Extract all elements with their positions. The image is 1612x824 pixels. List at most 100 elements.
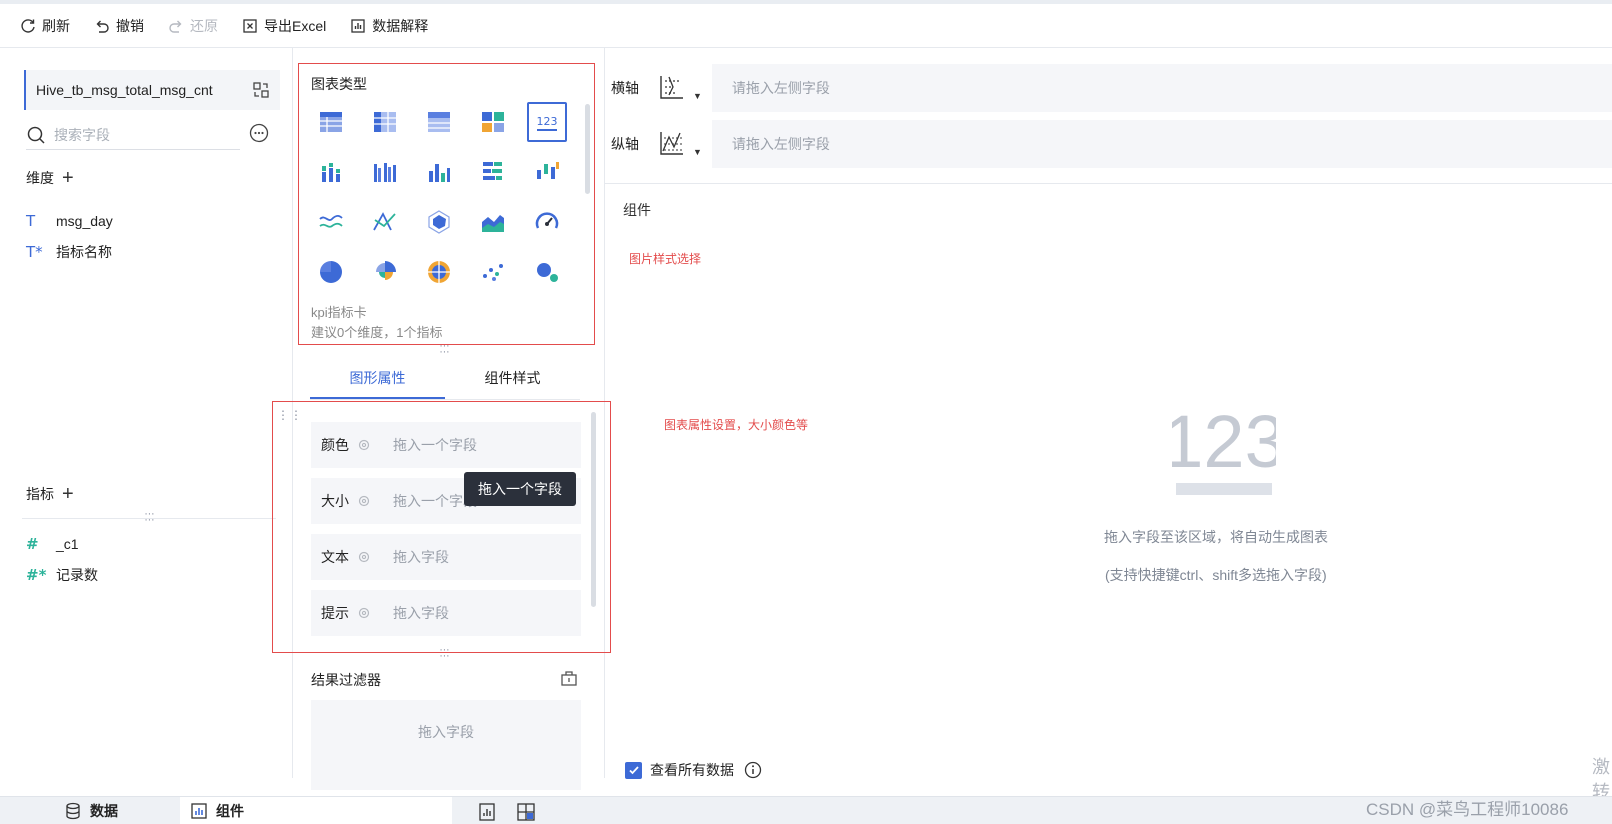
chart-type-range[interactable]	[527, 152, 567, 192]
chart-type-radar[interactable]	[419, 202, 459, 242]
refresh-button[interactable]: 刷新	[20, 16, 70, 36]
dataset-selector[interactable]: Hive_tb_msg_total_msg_cnt	[24, 70, 280, 110]
rose-chart-icon	[376, 261, 396, 280]
excel-icon	[243, 18, 257, 33]
info-icon[interactable]	[744, 761, 762, 779]
x-axis-drop-zone[interactable]: 请拖入左侧字段	[711, 64, 1612, 112]
field-name: msg_day	[56, 213, 113, 229]
chart-type-grouped-bar[interactable]	[365, 152, 405, 192]
chart-type-bubble[interactable]	[527, 252, 567, 292]
dimension-field[interactable]: T* 指标名称	[26, 242, 112, 262]
dashboard-icon	[482, 112, 504, 132]
color-placeholder: 拖入一个字段	[393, 437, 477, 453]
svg-text:123: 123	[537, 115, 558, 128]
chart-type-scatter[interactable]	[473, 252, 513, 292]
chevron-down-icon[interactable]: ▼	[693, 91, 702, 101]
add-indicator-icon[interactable]: +	[62, 484, 74, 504]
indicator-field[interactable]: #* 记录数	[26, 565, 98, 585]
empty-hint-line1: 拖入字段至该区域，将自动生成图表	[1104, 529, 1328, 545]
chart-type-pie[interactable]	[311, 252, 351, 292]
tab-component-style[interactable]: 组件样式	[445, 358, 580, 399]
field-search	[26, 120, 240, 150]
dimension-field[interactable]: T msg_day	[26, 212, 113, 230]
color-label: 颜色	[321, 437, 349, 453]
y-axis-drop-zone[interactable]: 请拖入左侧字段	[711, 120, 1612, 168]
annotation-property-settings: 图表属性设置，大小颜色等	[664, 418, 809, 432]
view-all-data-toggle[interactable]: 查看所有数据	[625, 760, 762, 780]
redo-icon	[169, 20, 182, 33]
number-field-icon: #	[26, 535, 39, 553]
chart-type-cross-table[interactable]	[365, 102, 405, 142]
view-all-checkbox[interactable]	[625, 761, 642, 779]
indicator-field[interactable]: # _c1	[26, 535, 79, 553]
result-filter-drop-zone[interactable]: 拖入字段	[311, 700, 581, 790]
range-column-icon	[537, 162, 559, 179]
add-dashboard-icon[interactable]	[516, 802, 536, 822]
gear-icon[interactable]	[357, 550, 371, 564]
properties-resize-handle[interactable]: ⋯ ⋯	[433, 646, 457, 662]
chart-type-radar-line[interactable]	[365, 202, 405, 242]
gear-icon[interactable]	[357, 438, 371, 452]
bubble-chart-icon	[537, 263, 558, 282]
data-explain-button[interactable]: 数据解释	[350, 16, 428, 36]
line-chart-icon	[319, 214, 343, 228]
tab-graphic-properties[interactable]: 图形属性	[310, 358, 445, 399]
x-axis-icon[interactable]	[657, 73, 687, 103]
search-input[interactable]	[54, 126, 224, 143]
filter-settings-icon[interactable]	[560, 669, 578, 687]
add-chart-component-icon[interactable]	[478, 802, 498, 822]
y-axis-label: 纵轴	[611, 136, 639, 152]
text-field-icon: T	[26, 212, 36, 230]
cross-line-icon	[373, 212, 396, 231]
field-name: 记录数	[56, 567, 98, 583]
gear-icon[interactable]	[357, 494, 371, 508]
add-dimension-icon[interactable]: +	[62, 168, 74, 188]
chart-explain-icon	[351, 18, 365, 33]
more-options-icon[interactable]	[249, 123, 269, 143]
chart-type-multi-pie[interactable]	[419, 252, 459, 292]
chart-type-column[interactable]	[419, 152, 459, 192]
indicators-title: 指标	[26, 486, 54, 502]
gear-icon[interactable]	[357, 606, 371, 620]
table-icon	[320, 112, 342, 132]
chart-type-area[interactable]	[473, 202, 513, 242]
chart-type-table[interactable]	[311, 102, 351, 142]
redo-label: 还原	[190, 17, 218, 34]
bottom-tab-data[interactable]: 数据	[60, 797, 180, 824]
switch-dataset-icon[interactable]	[252, 81, 270, 99]
bottom-tab-component[interactable]: 组件	[180, 797, 452, 824]
annotation-style-select: 图片样式选择	[629, 252, 702, 266]
tooltip-drop-zone[interactable]: 提示 拖入字段	[311, 590, 581, 636]
grouped-column-icon	[374, 163, 396, 182]
chart-type-resize-handle[interactable]: ⋯ ⋯	[433, 342, 457, 358]
redo-button[interactable]: 还原	[168, 16, 218, 36]
properties-scrollbar[interactable]	[591, 412, 596, 607]
chart-type-dashboard[interactable]	[473, 102, 513, 142]
chart-type-detail-table[interactable]	[419, 102, 459, 142]
x-axis-row: 横轴 ▼ 请拖入左侧字段	[605, 64, 1612, 112]
y-axis-row: 纵轴 ▼ 请拖入左侧字段	[605, 120, 1612, 168]
chart-type-stacked-bar[interactable]	[311, 152, 351, 192]
chart-type-bar[interactable]	[473, 152, 513, 192]
chart-type-rose[interactable]	[365, 252, 405, 292]
panel-divider	[22, 518, 276, 519]
chart-type-scrollbar[interactable]	[585, 104, 590, 194]
explain-label: 数据解释	[372, 17, 429, 34]
text-placeholder: 拖入字段	[393, 549, 449, 565]
chevron-down-icon[interactable]: ▼	[693, 147, 702, 157]
column-chart-icon	[429, 164, 450, 182]
undo-button[interactable]: 撤销	[94, 16, 144, 36]
y-axis-icon[interactable]	[657, 129, 687, 159]
chart-type-gauge[interactable]	[527, 202, 567, 242]
csdn-watermark: CSDN @菜鸟工程师10086	[1366, 800, 1569, 819]
chart-type-kpi[interactable]: 123	[527, 102, 567, 142]
selected-chart-hint: 建议0个维度，1个指标	[311, 325, 443, 340]
tooltip-placeholder: 拖入字段	[393, 605, 449, 621]
chart-type-line[interactable]	[311, 202, 351, 242]
data-tab-label: 数据	[90, 803, 118, 819]
properties-drag-handle[interactable]: ⋮⋮	[277, 409, 302, 421]
text-drop-zone[interactable]: 文本 拖入字段	[311, 534, 581, 580]
field-panel: Hive_tb_msg_total_msg_cnt 维度 + T msg_day…	[4, 48, 280, 796]
color-drop-zone[interactable]: 颜色 拖入一个字段	[311, 422, 581, 468]
export-excel-button[interactable]: 导出Excel	[242, 16, 326, 36]
